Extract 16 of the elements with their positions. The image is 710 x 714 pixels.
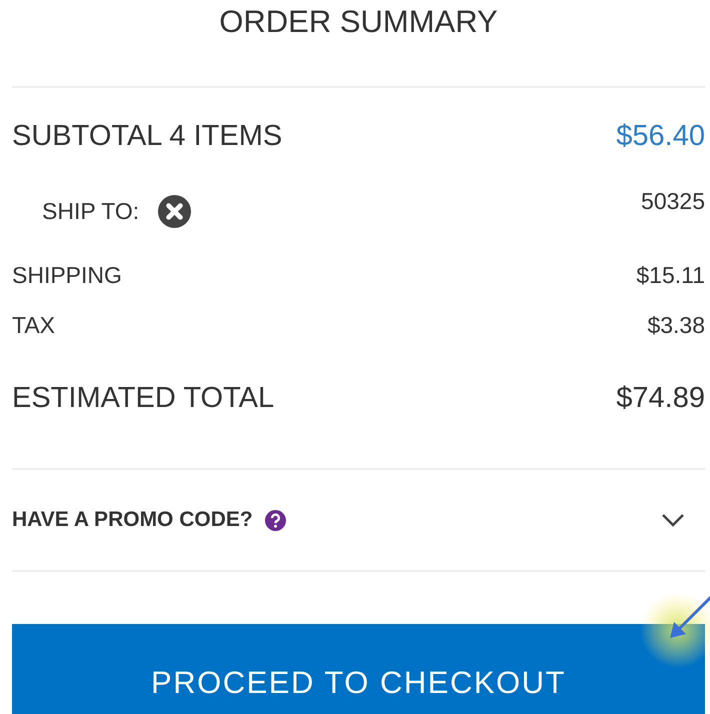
help-icon[interactable]: [264, 510, 286, 530]
total-value: $74.89: [616, 382, 705, 414]
ship-to-label: SHIP TO:: [42, 198, 140, 225]
promo-label: HAVE A PROMO CODE?: [12, 508, 253, 532]
close-icon[interactable]: [157, 194, 192, 229]
line-value: $3.38: [647, 312, 705, 338]
ship-to-zip: 50325: [641, 188, 705, 215]
chevron-icon[interactable]: [661, 513, 685, 527]
subtotal-value: $56.40: [616, 120, 705, 152]
subtotal-label: SUBTOTAL 4 ITEMS: [12, 120, 282, 152]
checkout-button[interactable]: PROCEED TO CHECKOUT: [12, 624, 705, 714]
summary-title: ORDER SUMMARY: [12, 0, 705, 88]
total-label: ESTIMATED TOTAL: [12, 382, 274, 414]
line-label: TAX: [12, 312, 56, 338]
line-value: $15.11: [636, 262, 705, 288]
line-label: SHIPPING: [12, 262, 122, 288]
